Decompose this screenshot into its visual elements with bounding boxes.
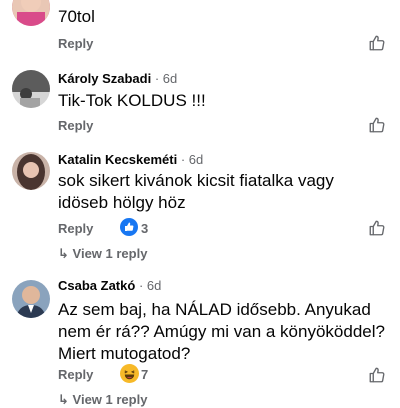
avatar-image: [12, 0, 50, 26]
avatar[interactable]: [12, 280, 50, 318]
comment-time: · 6d: [154, 71, 178, 86]
thumbs-up-icon[interactable]: [368, 34, 386, 52]
author-name[interactable]: Károly Szabadi: [58, 71, 151, 86]
reply-button[interactable]: Reply: [58, 36, 93, 51]
author-name[interactable]: Katalin Kecskeméti: [58, 152, 177, 167]
comment-text: sok sikert kivánok kicsit fiatalka vagy …: [58, 171, 334, 212]
reaction-count[interactable]: 3: [141, 221, 148, 236]
thumbs-up-icon[interactable]: [368, 116, 386, 134]
comment-text: 70tol: [58, 7, 95, 26]
thumbs-up-icon[interactable]: [368, 366, 386, 384]
comment-author[interactable]: Csaba Zatkó · 6d: [58, 278, 161, 293]
avatar[interactable]: [12, 70, 50, 108]
thumbs-up-icon[interactable]: [368, 219, 386, 237]
reaction-count[interactable]: 7: [141, 367, 148, 382]
avatar-image: [12, 152, 50, 190]
avatar-image: [12, 280, 50, 318]
reply-button[interactable]: Reply: [58, 118, 93, 133]
comment-author[interactable]: Károly Szabadi · 6d: [58, 71, 177, 86]
reply-button[interactable]: Reply: [58, 367, 93, 382]
view-replies-label: View 1 reply: [72, 246, 148, 261]
comment-text: Az sem baj, ha NÁLAD idősebb. Anyukad ne…: [58, 300, 385, 363]
view-replies-link[interactable]: ↳ View 1 reply: [58, 246, 147, 262]
view-replies-link[interactable]: ↳ View 1 reply: [58, 392, 147, 408]
avatar[interactable]: [12, 152, 50, 190]
reply-arrow-icon: ↳: [58, 246, 69, 261]
avatar-image: [12, 70, 50, 108]
like-reaction-icon[interactable]: [120, 218, 138, 236]
comment-time: · 6d: [180, 152, 204, 167]
haha-reaction-icon[interactable]: [120, 364, 139, 383]
comment-text: Tik-Tok KOLDUS !!!: [58, 91, 206, 110]
reply-button[interactable]: Reply: [58, 221, 93, 236]
author-name[interactable]: Csaba Zatkó: [58, 278, 135, 293]
comment-time: · 6d: [138, 278, 162, 293]
avatar[interactable]: [12, 0, 50, 26]
comment-author[interactable]: Katalin Kecskeméti · 6d: [58, 152, 203, 167]
